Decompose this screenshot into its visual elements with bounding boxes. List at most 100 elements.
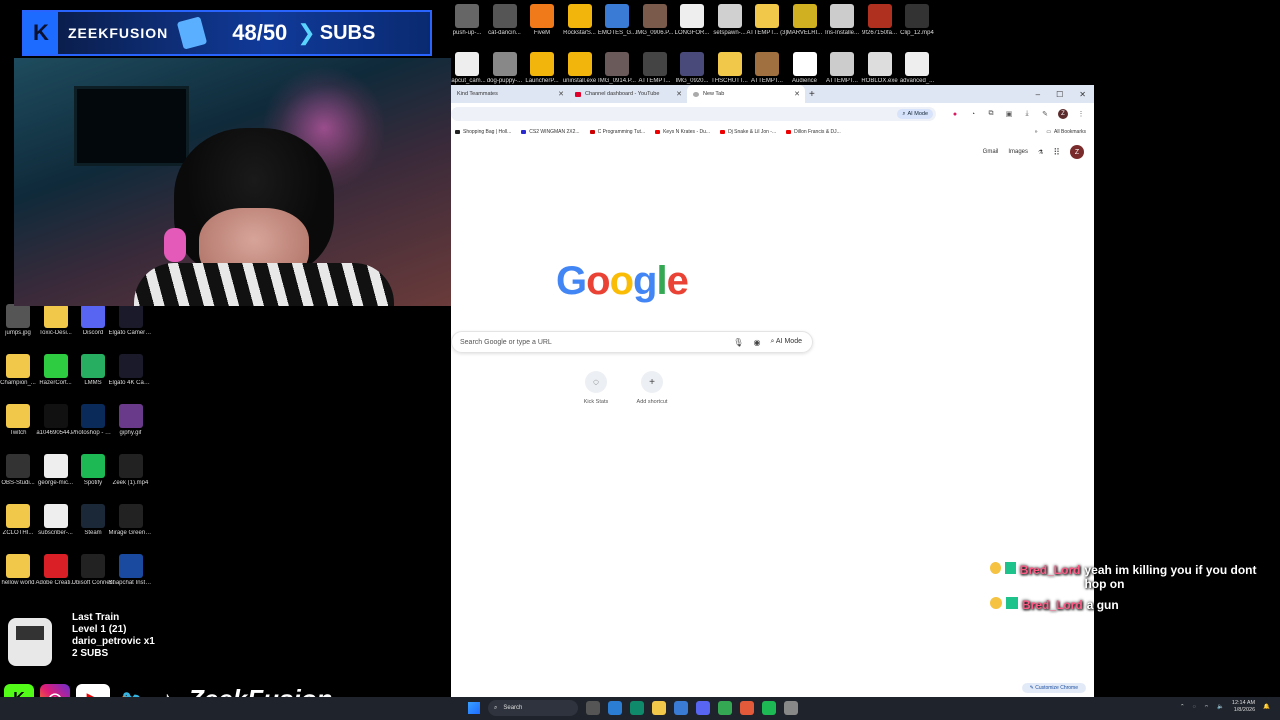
bookmark-item[interactable]: C Programming Tut... xyxy=(589,129,645,135)
desktop-icon[interactable]: Clip_12.mp4 xyxy=(895,4,939,37)
search-input[interactable]: Search Google or type a URL xyxy=(460,339,552,346)
wifi-icon[interactable]: ⌔ xyxy=(1204,704,1209,711)
spotify-icon[interactable] xyxy=(762,701,776,715)
bookmark-item[interactable]: Shopping Bag | Holl... xyxy=(455,129,511,135)
desktop-icon[interactable]: Elgato 4K Captur... xyxy=(109,354,153,387)
last-train-widget: Last Train Level 1 (21) dario_petrovic x… xyxy=(4,612,164,672)
maximize-button[interactable]: ☐ xyxy=(1056,90,1063,99)
youtube-icon xyxy=(655,130,661,134)
youtube-icon xyxy=(720,130,726,134)
profile-avatar[interactable]: Z xyxy=(1058,109,1068,119)
desktop-icon[interactable]: Mirage Green Gaming Str... xyxy=(109,504,153,537)
gift-icon xyxy=(177,16,208,50)
edit-icon[interactable]: ✎ xyxy=(1040,109,1050,119)
file-icon xyxy=(118,504,143,528)
bookmark-label: Dillon Francis & DJ... xyxy=(794,129,841,135)
last-train-text: Last Train Level 1 (21) dario_petrovic x… xyxy=(72,612,155,660)
network-icon[interactable]: ◌ xyxy=(1193,704,1196,710)
desktop-icon[interactable]: advanced_... xyxy=(895,52,939,85)
split-view-icon[interactable]: ▣ xyxy=(1004,109,1014,119)
ai-mode-chip[interactable]: ⌕ AI Mode xyxy=(897,109,933,119)
minimize-button[interactable]: – xyxy=(1036,90,1040,99)
bookmark-item[interactable]: CS2 WINGMAN 2X2... xyxy=(521,129,580,135)
gmail-link[interactable]: Gmail xyxy=(983,149,999,155)
close-icon[interactable]: ✕ xyxy=(558,90,564,98)
file-icon xyxy=(905,4,929,28)
tab-youtube-dashboard[interactable]: Channel dashboard - YouTube ✕ xyxy=(569,85,687,103)
close-window-button[interactable]: ✕ xyxy=(1079,90,1086,99)
file-icon xyxy=(43,504,68,528)
file-icon xyxy=(43,404,68,428)
browser-toolbar: ⌕ AI Mode ● ◔ ⧉ ▣ ⤓ ✎ Z ⋮ xyxy=(451,103,1094,125)
tab-kind-teammates[interactable]: Kind Teammates ✕ xyxy=(451,85,569,103)
chevron-right-icon: » xyxy=(1034,129,1038,135)
tab-new-tab[interactable]: New Tab ✕ xyxy=(687,85,805,103)
desktop-icon[interactable]: Elgato Camera Hub xyxy=(109,304,153,337)
address-bar[interactable]: ⌕ AI Mode xyxy=(451,107,936,121)
task-view-icon[interactable] xyxy=(586,701,600,715)
close-icon[interactable]: ✕ xyxy=(676,90,682,98)
ai-mode-button[interactable]: ⌕ AI Mode xyxy=(770,338,802,346)
bookmark-item[interactable]: Dj Snake & Lil Jon -... xyxy=(720,129,776,135)
search-icon: ⌕ xyxy=(494,704,498,711)
audio-icon[interactable]: ◔ xyxy=(968,109,978,119)
tab-label: New Tab xyxy=(703,91,725,97)
copilot-icon[interactable] xyxy=(608,701,622,715)
windows-taskbar: ⌕ Search ⌃ ◌ ⌔ 🔈 12:14 AM 1/8/2026 🔔 xyxy=(0,697,1280,720)
shortcut-kick-stats[interactable]: ◌ Kick Stats xyxy=(566,371,626,405)
file-icon xyxy=(81,404,105,428)
all-bookmarks[interactable]: » ▭ All Bookmarks xyxy=(1035,129,1094,135)
desktop-icon-label: Mirage Green Gaming Str... xyxy=(108,530,153,536)
desktop-icon[interactable]: Zeek (1).mp4 xyxy=(109,454,153,487)
google-logo-letter: o xyxy=(586,259,610,303)
folder-icon: ▭ xyxy=(1046,129,1052,135)
desktop-icon[interactable]: giphy.gif xyxy=(109,404,153,437)
chevron-up-icon[interactable]: ⌃ xyxy=(1180,704,1185,710)
windows-start-icon[interactable] xyxy=(468,702,480,714)
puzzle-extensions-icon[interactable]: ⧉ xyxy=(986,109,996,119)
bookmark-item[interactable]: Dillon Francis & DJ... xyxy=(786,129,841,135)
edge-icon[interactable] xyxy=(630,701,644,715)
clock-date: 1/8/2026 xyxy=(1233,707,1256,713)
volume-icon[interactable]: 🔈 xyxy=(1217,704,1224,710)
store-icon[interactable] xyxy=(674,701,688,715)
last-train-title: Last Train xyxy=(72,612,120,623)
customize-chrome-button[interactable]: ✎ Customize Chrome xyxy=(1021,683,1086,693)
shortcut-label: Add shortcut xyxy=(636,399,668,405)
sub-goal-count: 48/50 xyxy=(232,20,288,45)
taskbar-center: ⌕ Search xyxy=(468,700,798,716)
stream-chat-overlay: Bred_Lord yeah im killing you if you don… xyxy=(990,562,1280,618)
notification-icon[interactable]: 🔔 xyxy=(1263,704,1270,710)
menu-kebab-icon[interactable]: ⋮ xyxy=(1076,109,1086,119)
badge-icon xyxy=(990,597,1002,609)
microphone-icon[interactable]: 🎙 xyxy=(733,338,743,347)
discord-icon[interactable] xyxy=(696,701,710,715)
download-icon[interactable]: ⤓ xyxy=(1022,109,1032,119)
labs-flask-icon[interactable]: ⚗ xyxy=(1038,149,1043,156)
clock[interactable]: 12:14 AM 1/8/2026 xyxy=(1232,700,1255,714)
desktop: push-up-... cat-dancin... FiveM RockstarS..… xyxy=(0,0,1280,720)
camera-lens-icon[interactable]: ◉ xyxy=(753,338,760,347)
apps-grid-icon[interactable]: ⠿ xyxy=(1053,147,1060,158)
new-tab-button[interactable]: + xyxy=(809,89,815,100)
bookmark-label: Dj Snake & Lil Jon -... xyxy=(728,129,777,135)
account-avatar[interactable]: Z xyxy=(1070,145,1084,159)
file-icon xyxy=(118,304,143,328)
shortcut-add[interactable]: + Add shortcut xyxy=(622,371,682,405)
ai-mode-label: AI Mode xyxy=(907,111,928,117)
extension-icon[interactable]: ● xyxy=(950,109,960,119)
close-icon[interactable]: ✕ xyxy=(794,90,800,98)
images-link[interactable]: Images xyxy=(1008,149,1028,155)
google-search-box[interactable]: Search Google or type a URL 🎙 ◉ ⌕ AI Mod… xyxy=(451,331,813,353)
taskbar-search[interactable]: ⌕ Search xyxy=(488,700,578,716)
file-icon xyxy=(6,304,30,328)
desktop-icon[interactable]: Snapchat Installer.exe xyxy=(109,554,153,587)
file-explorer-icon[interactable] xyxy=(652,701,666,715)
all-bookmarks-label: All Bookmarks xyxy=(1054,129,1086,135)
chrome-icon[interactable] xyxy=(718,701,732,715)
bookmark-item[interactable]: Keys N Krates - Du... xyxy=(655,129,710,135)
obs-icon[interactable] xyxy=(740,701,754,715)
last-train-user: dario_petrovic x1 xyxy=(72,636,155,647)
file-icon xyxy=(755,4,779,28)
app-icon[interactable] xyxy=(784,701,798,715)
